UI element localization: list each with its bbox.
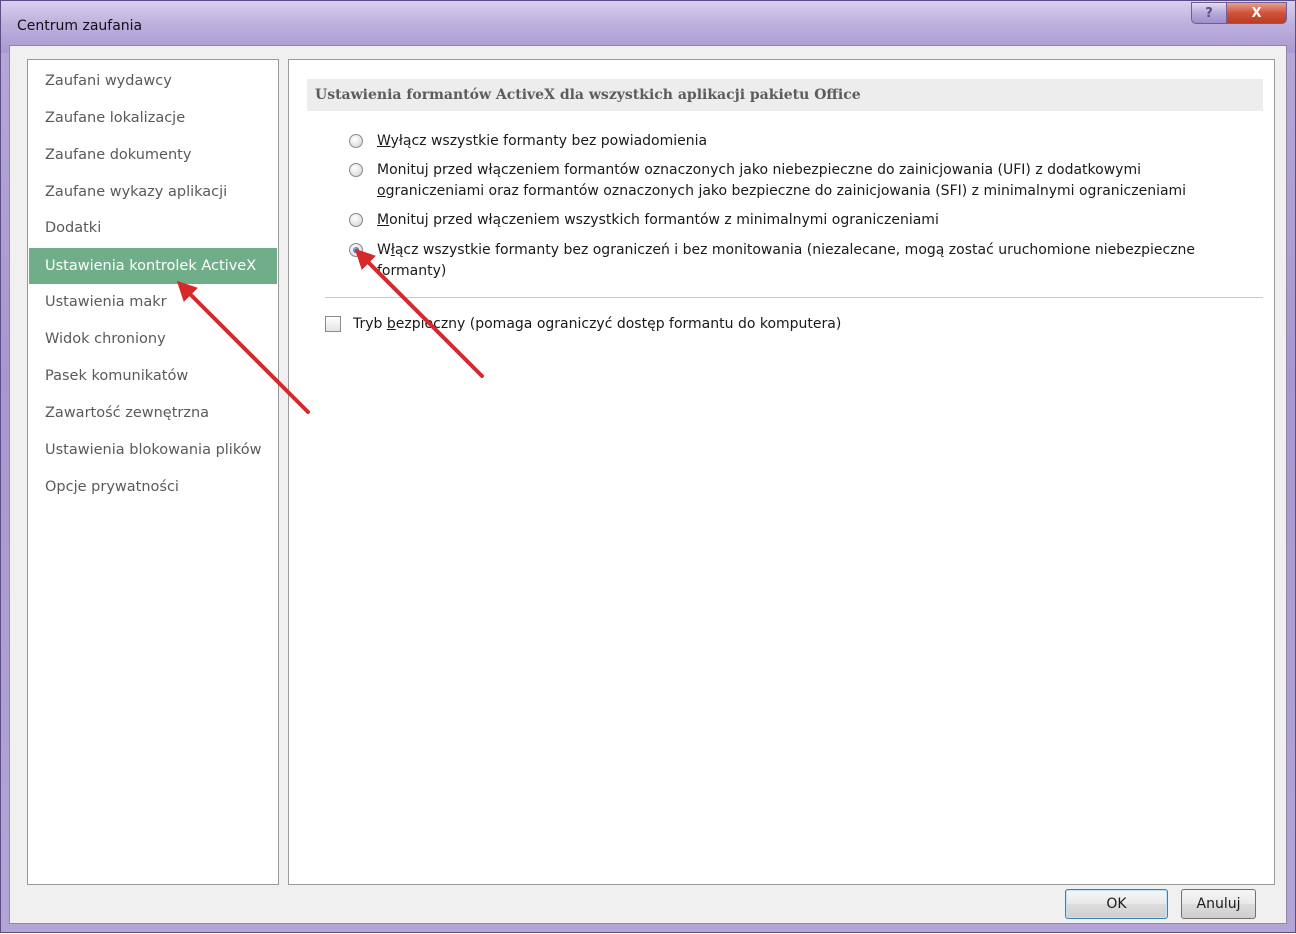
- radio-enable-all[interactable]: Włącz wszystkie formanty bez ograniczeń …: [349, 240, 1195, 282]
- sidebar-item-macro-settings[interactable]: Ustawienia makr: [29, 284, 277, 320]
- sidebar-item-add-ins[interactable]: Dodatki: [29, 210, 277, 246]
- radio-label: Monituj przed włączeniem wszystkich form…: [377, 212, 939, 228]
- radio-label: Wyłącz wszystkie formanty bez powiadomie…: [377, 133, 708, 149]
- sidebar-item-trusted-locations[interactable]: Zaufane lokalizacje: [29, 100, 277, 136]
- radio-button[interactable]: [349, 134, 363, 148]
- sidebar-item-message-bar[interactable]: Pasek komunikatów: [29, 358, 277, 394]
- sidebar-item-external-content[interactable]: Zawartość zewnętrzna: [29, 395, 277, 431]
- close-button[interactable]: X: [1227, 2, 1287, 24]
- sidebar-item-trusted-app-catalogs[interactable]: Zaufane wykazy aplikacji: [29, 174, 277, 210]
- radio-disable-all[interactable]: Wyłącz wszystkie formanty bez powiadomie…: [349, 131, 707, 152]
- sidebar-item-activex-settings[interactable]: Ustawienia kontrolek ActiveX: [29, 248, 277, 284]
- help-icon: ?: [1205, 5, 1213, 21]
- safe-mode-checkbox[interactable]: [325, 316, 341, 332]
- sidebar-item-trusted-documents[interactable]: Zaufane dokumenty: [29, 137, 277, 173]
- activex-settings-panel: Ustawienia formantów ActiveX dla wszystk…: [288, 59, 1275, 885]
- sidebar-item-privacy-options[interactable]: Opcje prywatności: [29, 469, 277, 505]
- separator: [325, 297, 1263, 299]
- safe-mode-label: Tryb bezpieczny (pomaga ograniczyć dostę…: [353, 316, 842, 332]
- radio-selected-dot: [353, 247, 359, 253]
- radio-button-selected[interactable]: [349, 243, 363, 257]
- radio-prompt-all-minimal[interactable]: Monituj przed włączeniem wszystkich form…: [349, 210, 939, 231]
- window-title: Centrum zaufania: [17, 18, 143, 34]
- radio-button[interactable]: [349, 163, 363, 177]
- radio-label: Włącz wszystkie formanty bez ograniczeń …: [377, 242, 1196, 279]
- help-button[interactable]: ?: [1191, 2, 1227, 24]
- dialog-client-area: Zaufani wydawcy Zaufane lokalizacje Zauf…: [9, 45, 1287, 924]
- radio-button[interactable]: [349, 213, 363, 227]
- trust-center-window: Centrum zaufania ? X Zaufani wydawcy Zau…: [0, 0, 1296, 933]
- sidebar-item-file-block-settings[interactable]: Ustawienia blokowania plików: [29, 432, 277, 468]
- sidebar-item-protected-view[interactable]: Widok chroniony: [29, 321, 277, 357]
- radio-prompt-ufi-sfi[interactable]: Monituj przed włączeniem formantów oznac…: [349, 160, 1186, 202]
- cancel-button[interactable]: Anuluj: [1181, 889, 1256, 919]
- section-title: Ustawienia formantów ActiveX dla wszystk…: [307, 79, 1263, 111]
- sidebar-item-trusted-publishers[interactable]: Zaufani wydawcy: [29, 63, 277, 99]
- category-sidebar: Zaufani wydawcy Zaufane lokalizacje Zauf…: [27, 59, 279, 885]
- ok-button[interactable]: OK: [1065, 889, 1168, 919]
- close-icon: X: [1251, 5, 1262, 21]
- title-bar-buttons: ? X: [1191, 2, 1287, 24]
- radio-label: Monituj przed włączeniem formantów oznac…: [377, 162, 1187, 199]
- safe-mode-option[interactable]: Tryb bezpieczny (pomaga ograniczyć dostę…: [325, 314, 841, 335]
